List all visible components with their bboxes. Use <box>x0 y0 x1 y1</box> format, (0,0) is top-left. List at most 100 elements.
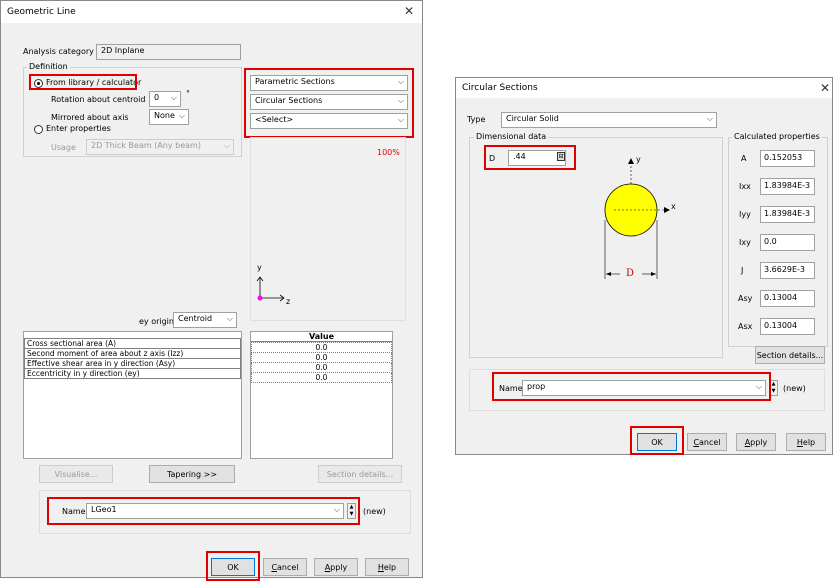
ey-origin-label: ey origin <box>139 317 174 326</box>
calc-label: Calculated properties <box>732 132 822 141</box>
section-details-button: Section details... <box>318 465 402 483</box>
values-table: Value 0.0 0.0 0.0 0.0 <box>250 331 393 459</box>
dialog-title: Geometric Line <box>7 7 76 17</box>
usage-select: 2D Thick Beam (Any beam) ⌵ <box>86 139 234 155</box>
chevron-down-icon: ⌵ <box>170 93 177 102</box>
help-label: Help <box>796 437 816 447</box>
title-bar: Geometric Line ✕ <box>1 1 422 23</box>
close-icon[interactable]: ✕ <box>820 81 830 95</box>
highlight-from-library <box>29 74 137 90</box>
axis-y-label: y <box>257 263 262 272</box>
highlight-ok <box>206 551 260 581</box>
calc-iyy-label: Iyy <box>739 210 751 219</box>
property-name: Cross sectional area (A) <box>24 338 241 349</box>
apply-label: Apply <box>324 562 348 572</box>
chevron-down-icon: ⌵ <box>223 141 230 150</box>
diagram-x-label: x <box>671 202 676 211</box>
cancel-button[interactable]: Cancel <box>263 558 307 576</box>
chevron-down-icon: ⌵ <box>706 114 713 123</box>
properties-table: Cross sectional area (A) Second moment o… <box>23 331 242 459</box>
property-name: Second moment of area about z axis (Izz) <box>24 348 241 359</box>
property-value[interactable]: 0.0 <box>251 352 392 363</box>
property-value[interactable]: 0.0 <box>251 362 392 373</box>
mirrored-select[interactable]: None ⌵ <box>149 109 189 125</box>
mirrored-value: None <box>154 111 175 120</box>
table-row: Effective shear area in y direction (Asy… <box>24 358 241 369</box>
definition-label: Definition <box>27 62 70 71</box>
section-details-label: Section details... <box>326 469 394 479</box>
title-bar: Circular Sections ✕ <box>456 78 832 98</box>
type-select[interactable]: Circular Solid ⌵ <box>501 112 717 128</box>
section-details-label: Section details... <box>756 350 824 360</box>
property-value[interactable]: 0.0 <box>251 342 392 353</box>
close-icon[interactable]: ✕ <box>404 4 414 18</box>
tapering-label: Tapering >> <box>166 469 218 479</box>
chevron-down-icon: ⌵ <box>226 314 233 323</box>
apply-label: Apply <box>744 437 768 447</box>
rotation-value: 0 <box>154 93 160 102</box>
table-row: 0.0 <box>251 352 392 363</box>
chevron-down-icon: ⌵ <box>178 111 185 120</box>
cancel-label: Cancel <box>693 437 721 447</box>
dimensional-label: Dimensional data <box>474 132 549 141</box>
calc-asy-label: Asy <box>738 294 753 303</box>
new-label: (new) <box>363 507 386 516</box>
rotation-label: Rotation about centroid <box>51 95 146 104</box>
diagram-y-label: y <box>636 155 641 164</box>
highlight-name <box>47 497 360 525</box>
calc-ixy-value: 0.0 <box>760 234 815 251</box>
analysis-category-field: 2D Inplane <box>96 44 241 60</box>
table-row: 0.0 <box>251 362 392 373</box>
ey-origin-value: Centroid <box>178 314 213 323</box>
dialog-title: Circular Sections <box>462 83 538 93</box>
value-header: Value <box>251 332 392 342</box>
degree-symbol: ° <box>186 89 190 98</box>
section-details-button[interactable]: Section details... <box>755 346 825 364</box>
help-button[interactable]: Help <box>365 558 409 576</box>
tapering-button[interactable]: Tapering >> <box>149 465 235 483</box>
usage-label: Usage <box>51 143 76 152</box>
mirrored-label: Mirrored about axis <box>51 113 129 122</box>
calc-a-value: 0.152053 <box>760 150 815 167</box>
analysis-category-value: 2D Inplane <box>101 46 145 55</box>
highlight-section-selects <box>244 68 414 138</box>
table-row: Second moment of area about z axis (Izz) <box>24 348 241 359</box>
table-row: 0.0 <box>251 372 392 383</box>
calc-iyy-value: 1.83984E-3 <box>760 206 815 223</box>
ey-origin-select[interactable]: Centroid ⌵ <box>173 312 237 328</box>
rotation-select[interactable]: 0 ⌵ <box>149 91 181 107</box>
table-row: Cross sectional area (A) <box>24 338 241 349</box>
apply-button[interactable]: Apply <box>736 433 776 451</box>
calc-j-value: 3.6629E-3 <box>760 262 815 279</box>
visualise-label: Visualise... <box>54 469 98 479</box>
usage-value: 2D Thick Beam (Any beam) <box>91 141 201 150</box>
cancel-label: Cancel <box>271 562 299 572</box>
new-label: (new) <box>783 384 806 393</box>
apply-button[interactable]: Apply <box>314 558 358 576</box>
calc-asx-label: Asx <box>738 322 753 331</box>
visualise-button: Visualise... <box>39 465 113 483</box>
geometric-line-dialog: Geometric Line ✕ Analysis category 2D In… <box>0 0 423 581</box>
calc-j-label: J <box>741 266 744 275</box>
highlight-d-input <box>484 145 576 170</box>
calc-ixy-label: Ixy <box>739 238 751 247</box>
help-label: Help <box>377 562 397 572</box>
radio-enter-properties-label: Enter properties <box>46 124 111 133</box>
cancel-button[interactable]: Cancel <box>687 433 727 451</box>
circular-sections-dialog: Circular Sections ✕ Type Circular Solid ⌵… <box>455 77 833 455</box>
help-button[interactable]: Help <box>786 433 826 451</box>
radio-enter-properties[interactable] <box>34 125 43 134</box>
zoom-level: 100% <box>377 148 400 157</box>
axis-z-label: z <box>286 297 291 306</box>
calc-asx-value: 0.13004 <box>760 318 815 335</box>
highlight-ok <box>630 426 684 455</box>
property-name: Eccentricity in y direction (ey) <box>24 368 241 379</box>
calc-ixx-value: 1.83984E-3 <box>760 178 815 195</box>
analysis-category-label: Analysis category <box>23 47 94 56</box>
calc-asy-value: 0.13004 <box>760 290 815 307</box>
property-value[interactable]: 0.0 <box>251 372 392 383</box>
diagram-d-label: D <box>626 268 635 279</box>
highlight-name <box>492 372 771 401</box>
table-row: Eccentricity in y direction (ey) <box>24 368 241 379</box>
property-name: Effective shear area in y direction (Asy… <box>24 358 241 369</box>
